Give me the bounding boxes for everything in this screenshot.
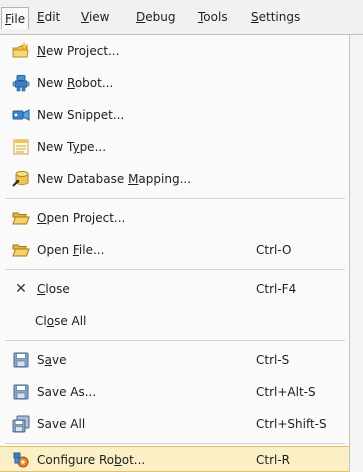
menu-debug[interactable]: Debug bbox=[134, 9, 177, 26]
menu-item-label: Configure Robot... bbox=[37, 453, 146, 467]
menu-item-label: Open File... bbox=[37, 243, 105, 257]
menu-item-label: New Project... bbox=[37, 44, 120, 58]
open-folder-icon bbox=[12, 241, 30, 259]
shortcut-label: Ctrl+Shift-S bbox=[256, 417, 327, 431]
shortcut-label: Ctrl-F4 bbox=[256, 282, 297, 296]
menu-item-open-project[interactable]: Open Project... bbox=[0, 202, 349, 234]
new-robot-icon bbox=[12, 74, 30, 92]
menu-item-new-project[interactable]: New Project... bbox=[0, 35, 349, 67]
menu-item-label: Save bbox=[37, 353, 67, 367]
menu-item-label: New Database Mapping... bbox=[37, 172, 192, 186]
menu-view[interactable]: View bbox=[79, 9, 111, 26]
menu-separator bbox=[5, 443, 345, 444]
menu-item-save-as[interactable]: Save As... Ctrl+Alt-S bbox=[0, 376, 349, 408]
menu-item-open-file[interactable]: Open File... Ctrl-O bbox=[0, 234, 349, 266]
menu-item-new-snippet[interactable]: New Snippet... bbox=[0, 99, 349, 131]
close-icon: ✕ bbox=[15, 281, 27, 297]
menu-item-label: Save As... bbox=[37, 385, 97, 399]
menu-item-new-robot[interactable]: New Robot... bbox=[0, 67, 349, 99]
shortcut-label: Ctrl+Alt-S bbox=[256, 385, 316, 399]
shortcut-label: Ctrl-S bbox=[256, 353, 290, 367]
open-folder-icon bbox=[12, 209, 30, 227]
menu-item-label: New Type... bbox=[37, 140, 107, 154]
menu-item-label: Open Project... bbox=[37, 211, 126, 225]
configure-robot-icon bbox=[12, 451, 30, 469]
menu-item-new-type[interactable]: New Type... bbox=[0, 131, 349, 163]
menu-separator bbox=[5, 269, 345, 270]
menu-item-close[interactable]: ✕ Close Ctrl-F4 bbox=[0, 273, 349, 305]
menu-item-label: Close All bbox=[35, 314, 87, 328]
new-project-icon bbox=[12, 42, 30, 60]
shortcut-label: Ctrl-R bbox=[256, 453, 291, 467]
menu-item-configure-robot[interactable]: Configure Robot... Ctrl-R bbox=[0, 446, 349, 472]
menu-edit[interactable]: Edit bbox=[35, 9, 62, 26]
save-as-icon bbox=[12, 383, 30, 401]
file-menu-dropdown: New Project... New Robot... New Snippet.… bbox=[0, 35, 350, 472]
menu-separator bbox=[5, 340, 345, 341]
menu-file[interactable]: File bbox=[1, 7, 30, 29]
new-type-icon bbox=[12, 138, 30, 156]
menu-item-label: New Robot... bbox=[37, 76, 114, 90]
menu-item-save-all[interactable]: Save All Ctrl+Shift-S bbox=[0, 408, 349, 440]
save-icon bbox=[12, 351, 30, 369]
menu-item-save[interactable]: Save Ctrl-S bbox=[0, 344, 349, 376]
menu-item-label: Save All bbox=[37, 417, 86, 431]
new-database-mapping-icon bbox=[12, 170, 30, 188]
menu-bar: File Edit View Debug Tools Settings bbox=[0, 0, 363, 35]
menu-item-label: Close bbox=[37, 282, 70, 296]
menu-item-label: New Snippet... bbox=[37, 108, 125, 122]
shortcut-label: Ctrl-O bbox=[256, 243, 292, 257]
menu-separator bbox=[5, 198, 345, 199]
menu-settings[interactable]: Settings bbox=[249, 9, 302, 26]
menu-item-close-all[interactable]: Close All bbox=[0, 305, 349, 337]
menu-tools[interactable]: Tools bbox=[196, 9, 230, 26]
save-all-icon bbox=[12, 415, 30, 433]
new-snippet-icon bbox=[12, 106, 30, 124]
menu-item-new-database-mapping[interactable]: New Database Mapping... bbox=[0, 163, 349, 195]
